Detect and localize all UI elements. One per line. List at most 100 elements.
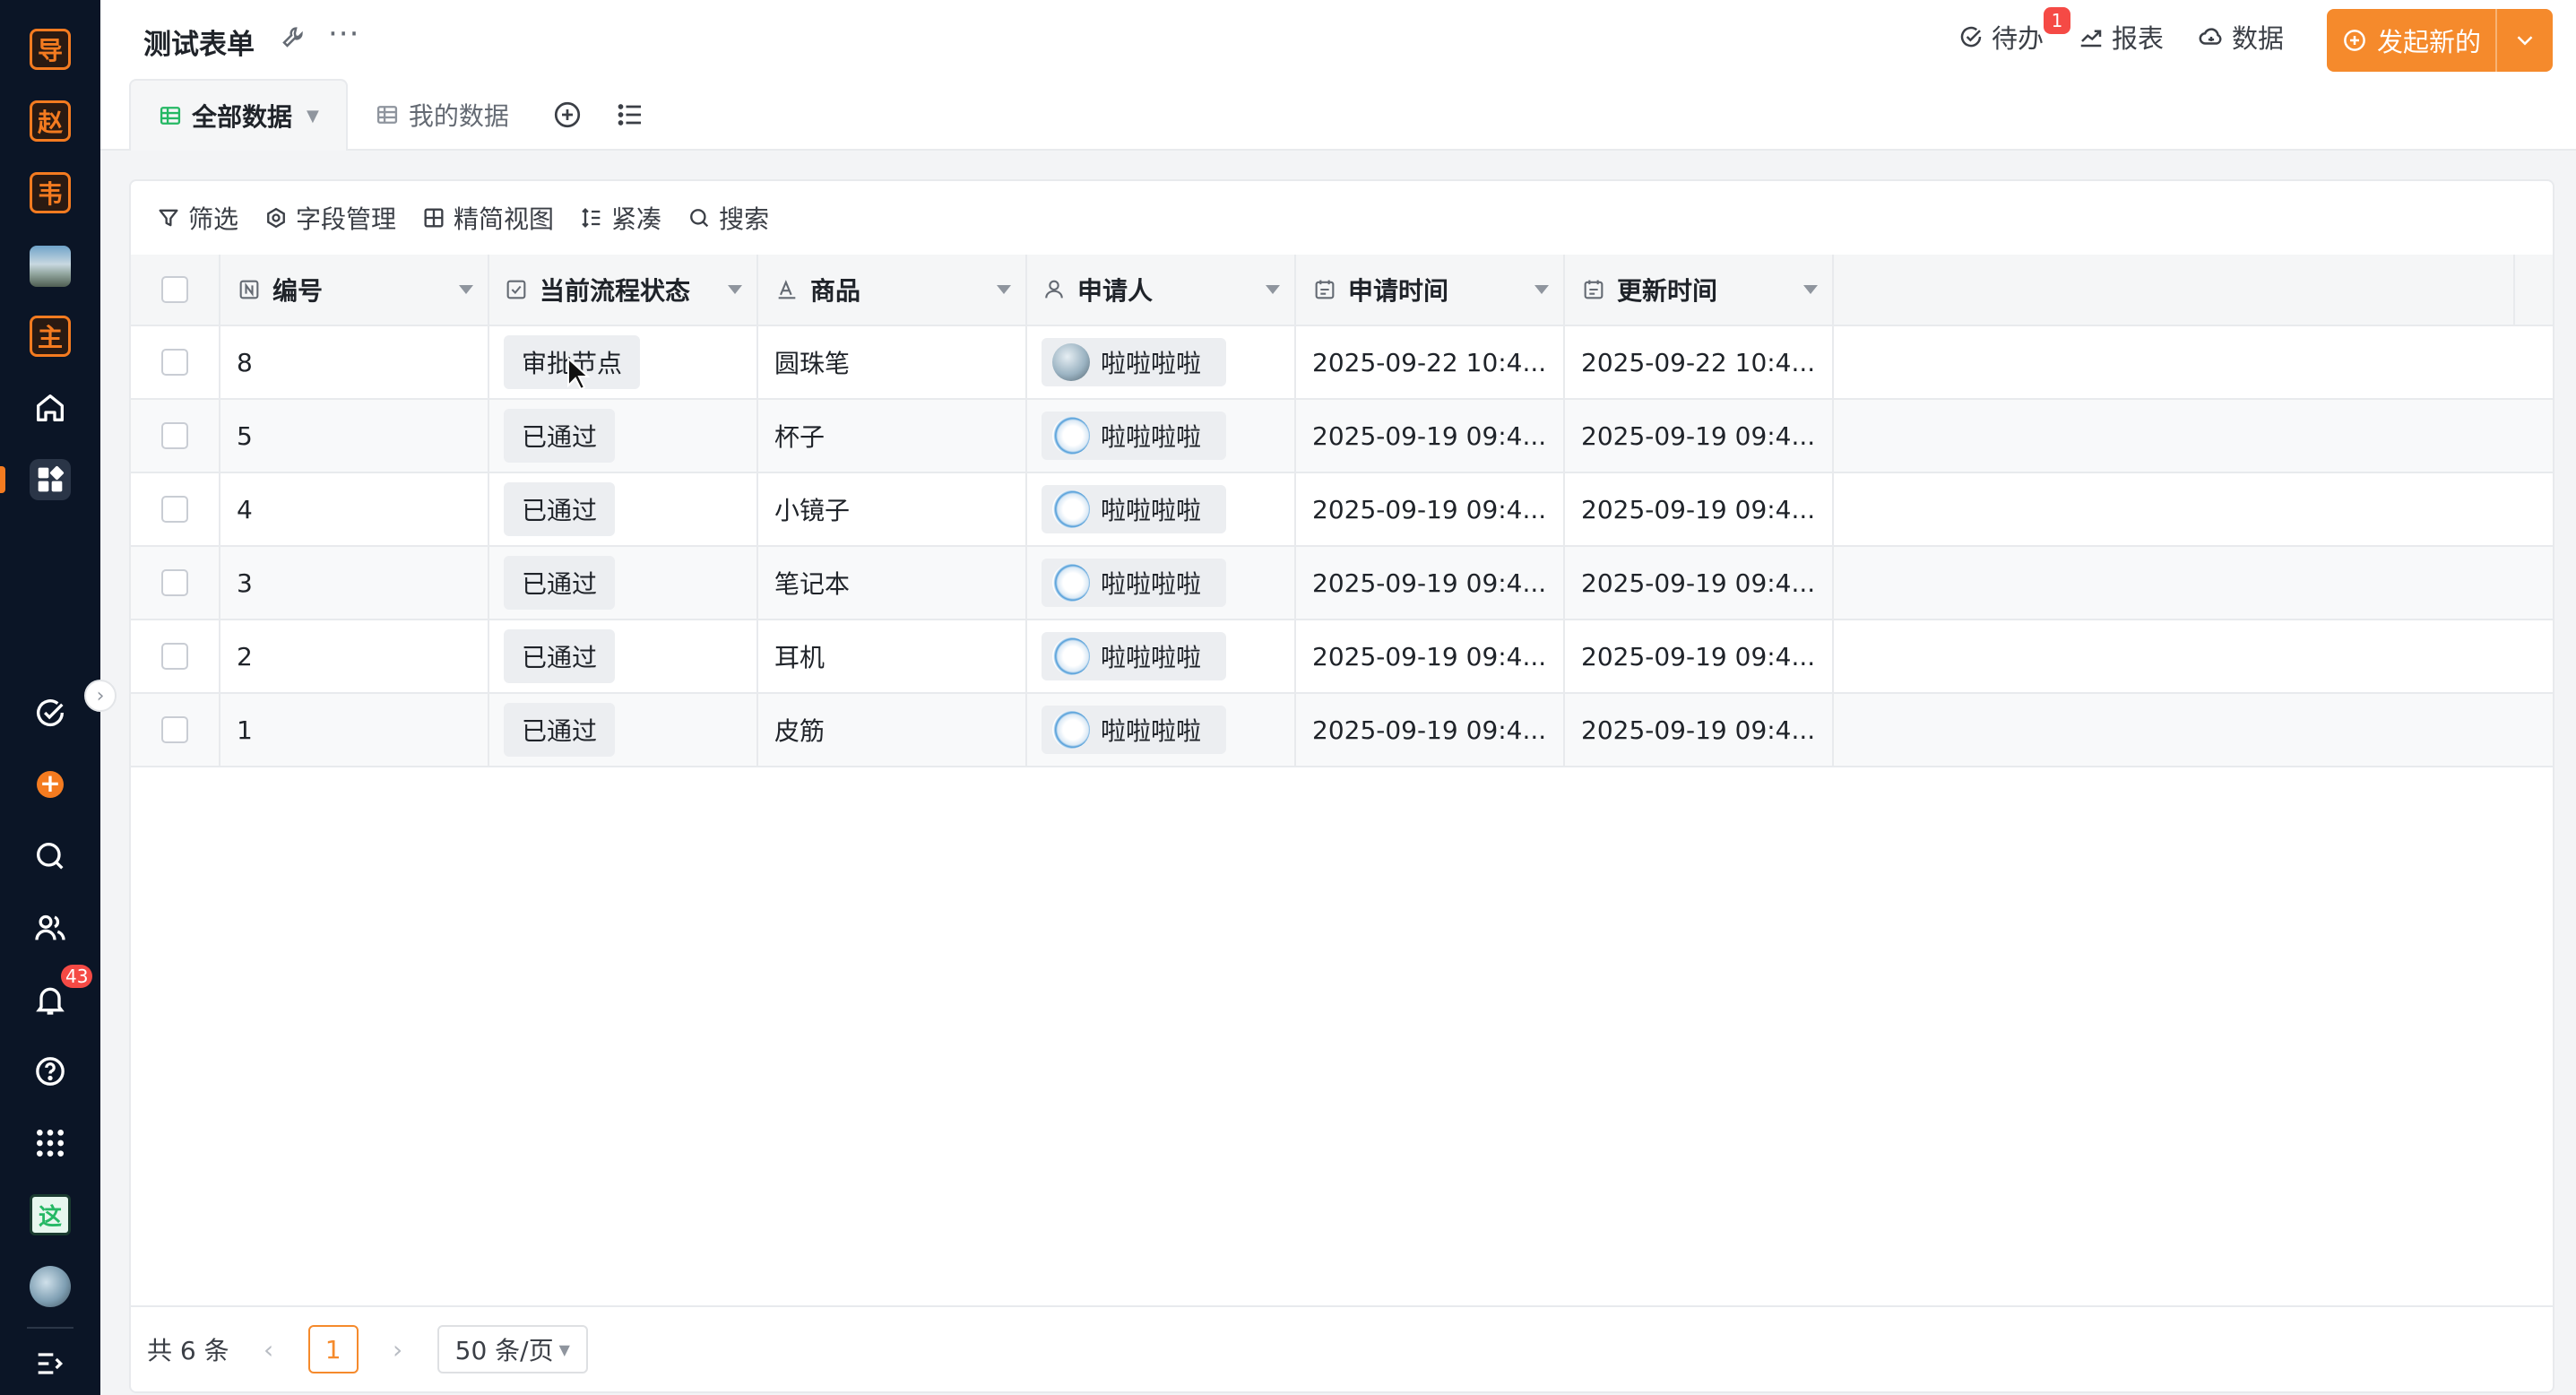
tab-label: 我的数据 <box>408 101 509 131</box>
todo-link[interactable]: 待办 1 <box>1958 7 2070 56</box>
row-checkbox[interactable] <box>161 716 188 743</box>
filter-button[interactable]: 筛选 <box>156 200 238 236</box>
search-icon[interactable] <box>30 836 71 877</box>
caret-down-icon[interactable] <box>459 285 473 294</box>
column-header-id[interactable]: 编号 <box>220 255 489 325</box>
row-select-cell <box>131 620 220 692</box>
view-list-button[interactable] <box>599 79 661 151</box>
select-all-checkbox[interactable] <box>161 276 188 303</box>
applicant-chip[interactable]: 啦啦啦啦 <box>1042 412 1227 460</box>
id-cell: 4 <box>220 473 489 545</box>
id-cell: 1 <box>220 694 489 766</box>
row-checkbox[interactable] <box>161 569 188 596</box>
row-select-cell <box>131 547 220 619</box>
empty-cell <box>1834 473 2553 545</box>
app-icon-label: 导 <box>37 36 63 65</box>
help-icon[interactable] <box>30 1051 71 1092</box>
caret-down-icon[interactable] <box>728 285 742 294</box>
home-icon[interactable] <box>30 387 71 429</box>
todo-label: 待办 <box>1991 23 2044 54</box>
field-manage-button[interactable]: 字段管理 <box>264 200 396 236</box>
app-icon-wei[interactable]: 韦 <box>30 172 71 213</box>
tab-my-data[interactable]: 我的数据 <box>348 79 536 151</box>
empty-cell <box>1834 547 2553 619</box>
status-cell: 已通过 <box>489 400 758 472</box>
view-tabs: 全部数据 ▼ 我的数据 <box>129 79 661 151</box>
row-checkbox[interactable] <box>161 643 188 670</box>
expand-menu-icon[interactable] <box>30 1343 71 1384</box>
apps-grid-icon[interactable] <box>30 1122 71 1164</box>
table-row[interactable]: 5 已通过 杯子 啦啦啦啦 2025-09-19 09:4... 2025-09… <box>131 400 2553 473</box>
contacts-icon[interactable] <box>30 907 71 949</box>
applicant-cell: 啦啦啦啦 <box>1027 473 1296 545</box>
applicant-cell: 啦啦啦啦 <box>1027 694 1296 766</box>
current-page-button[interactable]: 1 <box>307 1325 359 1373</box>
workbench-icon[interactable] <box>30 459 71 500</box>
app-icon-zhao[interactable]: 赵 <box>30 100 71 142</box>
column-header-product[interactable]: 商品 <box>758 255 1027 325</box>
applicant-chip[interactable]: 啦啦啦啦 <box>1042 485 1227 533</box>
column-header-updated-time[interactable]: 更新时间 <box>1565 255 1834 325</box>
table-search-button[interactable]: 搜索 <box>687 200 769 236</box>
wrench-icon[interactable] <box>280 23 307 54</box>
applicant-chip[interactable]: 啦啦啦啦 <box>1042 559 1227 607</box>
column-header-applicant[interactable]: 申请人 <box>1027 255 1296 325</box>
id-cell: 3 <box>220 547 489 619</box>
empty-cell <box>1834 694 2553 766</box>
row-checkbox[interactable] <box>161 422 188 449</box>
user-avatar[interactable] <box>30 1266 71 1307</box>
simple-view-button[interactable]: 精简视图 <box>421 200 554 236</box>
sidebar-collapse-handle[interactable]: › <box>84 680 117 712</box>
more-options-button[interactable]: ··· <box>328 16 359 52</box>
table-row[interactable]: 4 已通过 小镜子 啦啦啦啦 2025-09-19 09:4... 2025-0… <box>131 473 2553 547</box>
data-link[interactable]: 数据 <box>2198 18 2284 56</box>
updated-time-cell: 2025-09-19 09:4... <box>1565 547 1834 619</box>
row-checkbox[interactable] <box>161 349 188 376</box>
start-new-dropdown[interactable] <box>2497 9 2553 72</box>
app-icon-zhe[interactable]: 这 <box>30 1194 71 1235</box>
avatar <box>1052 417 1090 455</box>
table-row[interactable]: 1 已通过 皮筋 啦啦啦啦 2025-09-19 09:4... 2025-09… <box>131 694 2553 767</box>
search-icon <box>690 209 709 228</box>
status-cell: 已通过 <box>489 620 758 692</box>
app-icon-zhu[interactable]: 主 <box>30 316 71 357</box>
applicant-chip[interactable]: 啦啦啦啦 <box>1042 632 1227 680</box>
row-checkbox[interactable] <box>161 496 188 523</box>
report-link[interactable]: 报表 <box>2078 18 2164 56</box>
applied-time-cell: 2025-09-22 10:4... <box>1296 326 1565 398</box>
page-header: 测试表单 ··· 待办 1 报表 数据 发起新的 全部数据 ▼ 我的数据 <box>100 0 2576 151</box>
table-row[interactable]: 8 审批节点 圆珠笔 啦啦啦啦 2025-09-22 10:4... 2025-… <box>131 326 2553 400</box>
applicant-name: 啦啦啦啦 <box>1101 422 1202 452</box>
grid-view-icon <box>424 208 444 228</box>
caret-down-icon[interactable] <box>1803 285 1818 294</box>
sidebar-divider <box>27 1327 73 1329</box>
add-view-button[interactable] <box>536 79 599 151</box>
applied-time-cell: 2025-09-19 09:4... <box>1296 694 1565 766</box>
start-new-button[interactable]: 发起新的 <box>2327 9 2553 72</box>
column-header-applied-time[interactable]: 申请时间 <box>1296 255 1565 325</box>
start-new-main[interactable]: 发起新的 <box>2327 9 2497 72</box>
table-row[interactable]: 2 已通过 耳机 啦啦啦啦 2025-09-19 09:4... 2025-09… <box>131 620 2553 694</box>
app-icon-dao[interactable]: 导 <box>30 29 71 70</box>
caret-down-icon[interactable] <box>1266 285 1280 294</box>
caret-down-icon[interactable]: ▼ <box>307 107 319 126</box>
prev-page-icon[interactable]: ‹ <box>251 1335 287 1365</box>
table-row[interactable]: 3 已通过 笔记本 啦啦啦啦 2025-09-19 09:4... 2025-0… <box>131 547 2553 620</box>
row-height-button[interactable]: 紧凑 <box>579 200 661 236</box>
check-circle-icon[interactable] <box>30 692 71 733</box>
status-badge: 已通过 <box>504 703 616 757</box>
page-size-select[interactable]: 50 条/页 ▼ <box>437 1325 588 1373</box>
caret-down-icon[interactable] <box>1534 285 1549 294</box>
applicant-cell: 啦啦啦啦 <box>1027 620 1296 692</box>
app-icon-landscape[interactable] <box>30 246 71 287</box>
add-icon[interactable]: + <box>30 764 71 805</box>
applicant-chip[interactable]: 啦啦啦啦 <box>1042 706 1227 754</box>
tab-all-data[interactable]: 全部数据 ▼ <box>129 79 348 151</box>
cloud-data-icon <box>2199 28 2222 45</box>
caret-down-icon[interactable] <box>997 285 1011 294</box>
empty-cell <box>1834 400 2553 472</box>
applicant-chip[interactable]: 啦啦啦啦 <box>1042 338 1227 386</box>
gear-icon <box>267 207 285 229</box>
next-page-icon[interactable]: › <box>380 1335 416 1365</box>
column-header-status[interactable]: 当前流程状态 <box>489 255 758 325</box>
